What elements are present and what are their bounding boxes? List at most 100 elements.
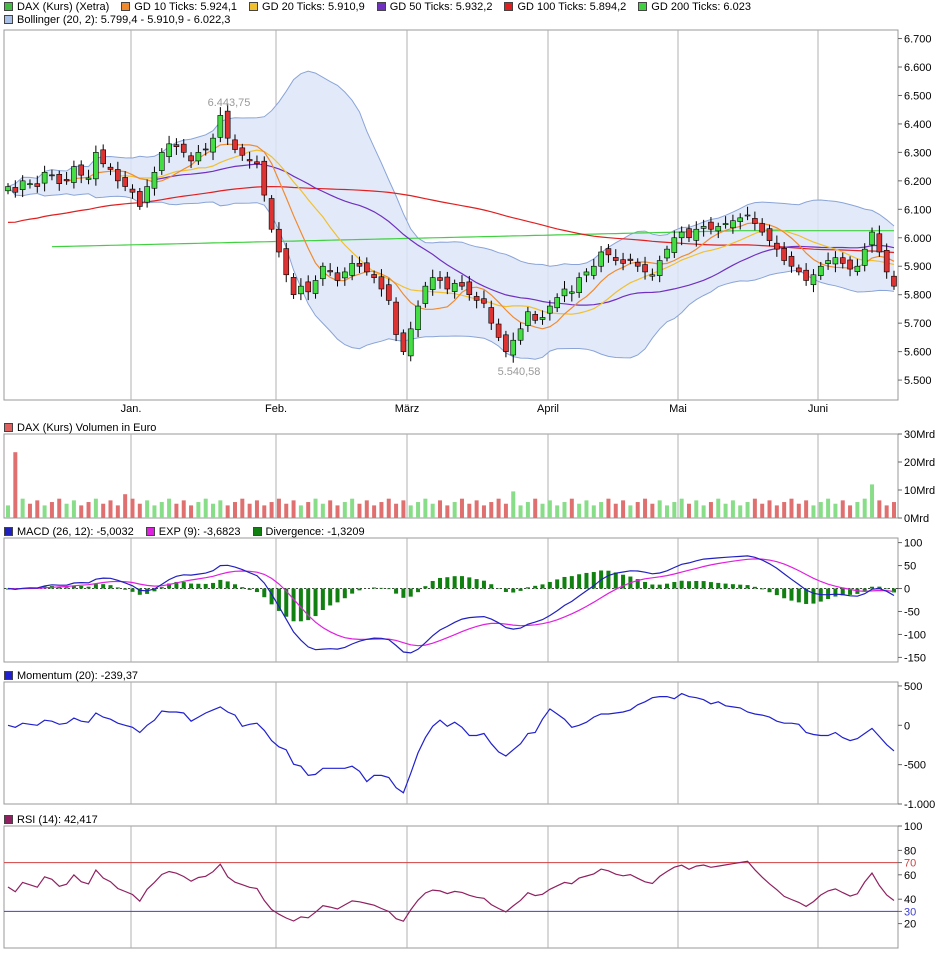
price-y-tick-label: 6.100 <box>904 204 932 216</box>
volume-y-tick-label: 30Mrd <box>904 429 935 441</box>
volume-y-tick-label: 0Mrd <box>904 513 929 525</box>
volume-bar <box>357 503 362 518</box>
candle-body <box>254 161 260 165</box>
candle-body <box>788 255 795 267</box>
candle-body <box>561 288 568 297</box>
volume-bar <box>862 498 867 518</box>
volume-legend: DAX (Kurs) Volumen in Euro <box>4 421 168 434</box>
volume-bar <box>115 505 120 518</box>
macd-divergence-bar <box>189 583 194 589</box>
momentum-y-tick-label: 500 <box>904 681 922 693</box>
volume-bar <box>386 498 391 518</box>
macd-divergence-bar <box>657 584 662 589</box>
macd-divergence-bar <box>115 587 120 589</box>
volume-bar <box>665 505 670 518</box>
volume-bar <box>569 498 574 518</box>
volume-bar <box>445 505 450 518</box>
volume-bar <box>247 503 252 518</box>
price-y-tick-label: 6.400 <box>904 119 932 131</box>
candle-body <box>495 323 502 338</box>
macd-divergence-bar <box>86 586 91 589</box>
candle-body <box>356 263 363 267</box>
volume-bar <box>826 498 831 518</box>
volume-bar <box>320 503 325 518</box>
macd-divergence-bar <box>672 582 677 589</box>
macd-divergence-bar <box>357 588 362 591</box>
candle-body <box>525 311 531 326</box>
price-legend-label: GD 200 Ticks: 6.023 <box>651 0 751 13</box>
volume-bar <box>218 500 223 518</box>
macd-legend: MACD (26, 12): -5,0032 EXP (9): -3,6823 Di… <box>4 525 377 538</box>
volume-label: DAX (Kurs) Volumen in Euro <box>17 421 157 434</box>
volume-bar <box>650 503 655 518</box>
candle-body <box>115 169 121 182</box>
macd-divergence-bar <box>262 588 267 598</box>
volume-bar <box>562 502 567 518</box>
candle-body <box>620 259 626 264</box>
macd-divergence-bar <box>518 588 523 591</box>
volume-bar <box>701 505 706 518</box>
volume-bar <box>606 498 611 518</box>
bollinger-label: Bollinger (20, 2): 5.799,4 - 5.910,9 - 6… <box>17 13 231 26</box>
volume-bar <box>796 503 801 518</box>
macd-legend-swatch <box>252 527 262 536</box>
candle-body <box>268 198 275 230</box>
macd-divergence-bar <box>870 586 875 589</box>
volume-bar <box>496 498 501 518</box>
candle-body <box>78 164 85 176</box>
macd-divergence-bar <box>350 588 355 594</box>
macd-divergence-bar <box>379 587 384 589</box>
candle-body <box>656 260 663 276</box>
candle-body <box>832 257 839 265</box>
candle-body <box>429 277 436 290</box>
volume-bar <box>262 505 267 518</box>
macd-y-tick-label: 0 <box>904 584 910 596</box>
candle-body <box>854 265 861 272</box>
volume-bar <box>196 502 201 518</box>
volume-bar <box>811 505 816 518</box>
macd-divergence-bar <box>423 586 428 589</box>
volume-bar <box>804 500 809 518</box>
candle-body <box>590 265 597 276</box>
candle-body <box>766 228 773 241</box>
volume-bar <box>708 502 713 518</box>
volume-bar <box>767 500 772 518</box>
candle-body <box>803 269 809 281</box>
candle-body <box>144 186 150 203</box>
candle-body <box>737 217 744 222</box>
rsi-y-tick-label: 80 <box>904 845 916 857</box>
x-month-label: März <box>395 403 419 415</box>
macd-divergence-bar <box>225 581 230 589</box>
volume-bar <box>101 503 106 518</box>
volume-bar <box>6 505 10 518</box>
candle-body <box>210 137 216 153</box>
price-y-tick-label: 6.700 <box>904 34 932 46</box>
volume-bar <box>130 498 135 518</box>
macd-y-tick-label: -100 <box>904 629 926 641</box>
macd-divergence-bar <box>335 588 340 603</box>
candle-body <box>539 317 546 320</box>
macd-divergence-bar <box>884 588 889 590</box>
volume-y-tick-label: 20Mrd <box>904 457 935 469</box>
macd-divergence-bar <box>752 586 757 589</box>
volume-bar <box>467 503 472 518</box>
candle-body <box>664 248 670 259</box>
macd-divergence-bar <box>826 588 831 600</box>
macd-divergence-bar <box>467 577 472 589</box>
volume-bar <box>730 500 735 518</box>
macd-y-tick-label: -50 <box>904 606 920 618</box>
volume-bar <box>350 498 355 518</box>
mom-panel-frame <box>3 681 899 805</box>
volume-bar <box>225 505 230 518</box>
volume-bar <box>269 502 274 518</box>
macd-divergence-bar <box>181 582 186 589</box>
volume-bar <box>774 505 779 518</box>
macd-divergence-bar <box>686 581 691 589</box>
candle-body <box>708 221 714 230</box>
macd-divergence-bar <box>401 588 406 598</box>
candle-body <box>466 281 473 295</box>
macd-divergence-bar <box>489 584 494 589</box>
candle-body <box>678 231 685 239</box>
macd-divergence-bar <box>701 581 706 589</box>
volume-bar <box>181 500 186 518</box>
